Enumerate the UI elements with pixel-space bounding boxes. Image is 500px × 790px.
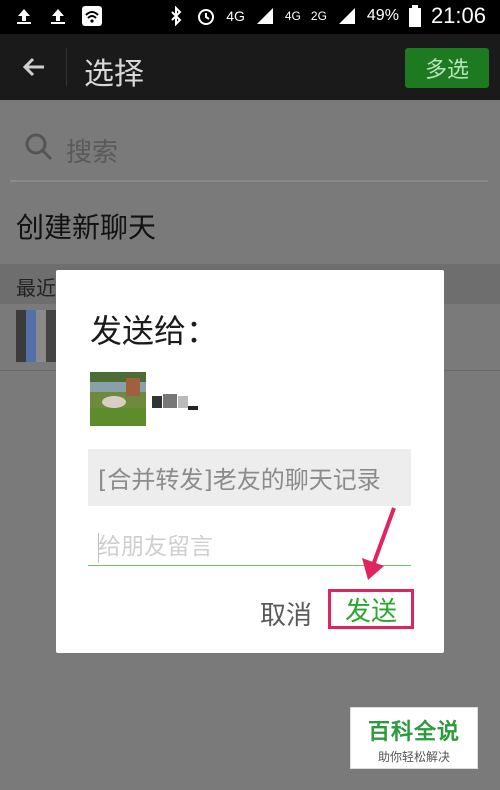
annotation-arrow-icon <box>362 507 396 580</box>
send-dialog: 发送给： [合并转发]老友的聊天记录 取消 发送 <box>56 270 444 653</box>
search-icon <box>25 133 53 161</box>
clock: 21:06 <box>430 3 486 28</box>
recent-chat-avatar[interactable] <box>16 310 56 362</box>
page-title: 选择 <box>84 57 144 92</box>
multi-select-button[interactable]: 多选 <box>405 48 489 88</box>
search-bar[interactable]: 搜索 <box>10 118 488 182</box>
recent-label: 最近 <box>16 276 56 300</box>
signal-icon <box>338 8 355 24</box>
back-arrow-icon[interactable] <box>18 51 50 83</box>
forward-preview: [合并转发]老友的聊天记录 <box>88 449 411 506</box>
watermark-title: 百科全说 <box>367 720 460 745</box>
cancel-button[interactable]: 取消 <box>260 595 312 632</box>
battery-percent: 49% <box>366 7 399 24</box>
signal-icon <box>256 8 273 24</box>
create-new-chat[interactable]: 创建新聊天 <box>16 206 156 246</box>
watermark-subtitle: 助你轻松解决 <box>377 750 450 764</box>
wifi-icon <box>82 6 102 26</box>
text-cursor <box>98 533 99 563</box>
watermark-logo: 百科全说 助你轻松解决 <box>350 707 478 769</box>
search-input[interactable]: 搜索 <box>66 132 118 169</box>
recipient-name-redacted <box>152 394 198 410</box>
divider <box>66 48 67 86</box>
send-button[interactable]: 发送 <box>328 589 414 629</box>
battery-icon <box>408 5 421 27</box>
network-type-label: 2G <box>310 9 327 23</box>
bluetooth-icon <box>171 6 182 26</box>
upload-icon <box>17 9 31 24</box>
status-bar: 4G 4G 2G 49% 21:06 <box>0 0 500 34</box>
upload-icon <box>51 9 65 24</box>
recipient-avatar <box>90 372 146 426</box>
network-type-label: 4G <box>284 9 301 23</box>
dialog-title: 发送给： <box>90 312 219 350</box>
title-bar: 选择 多选 <box>0 34 500 100</box>
alarm-icon <box>198 9 215 25</box>
network-type-label: 4G <box>226 8 245 24</box>
